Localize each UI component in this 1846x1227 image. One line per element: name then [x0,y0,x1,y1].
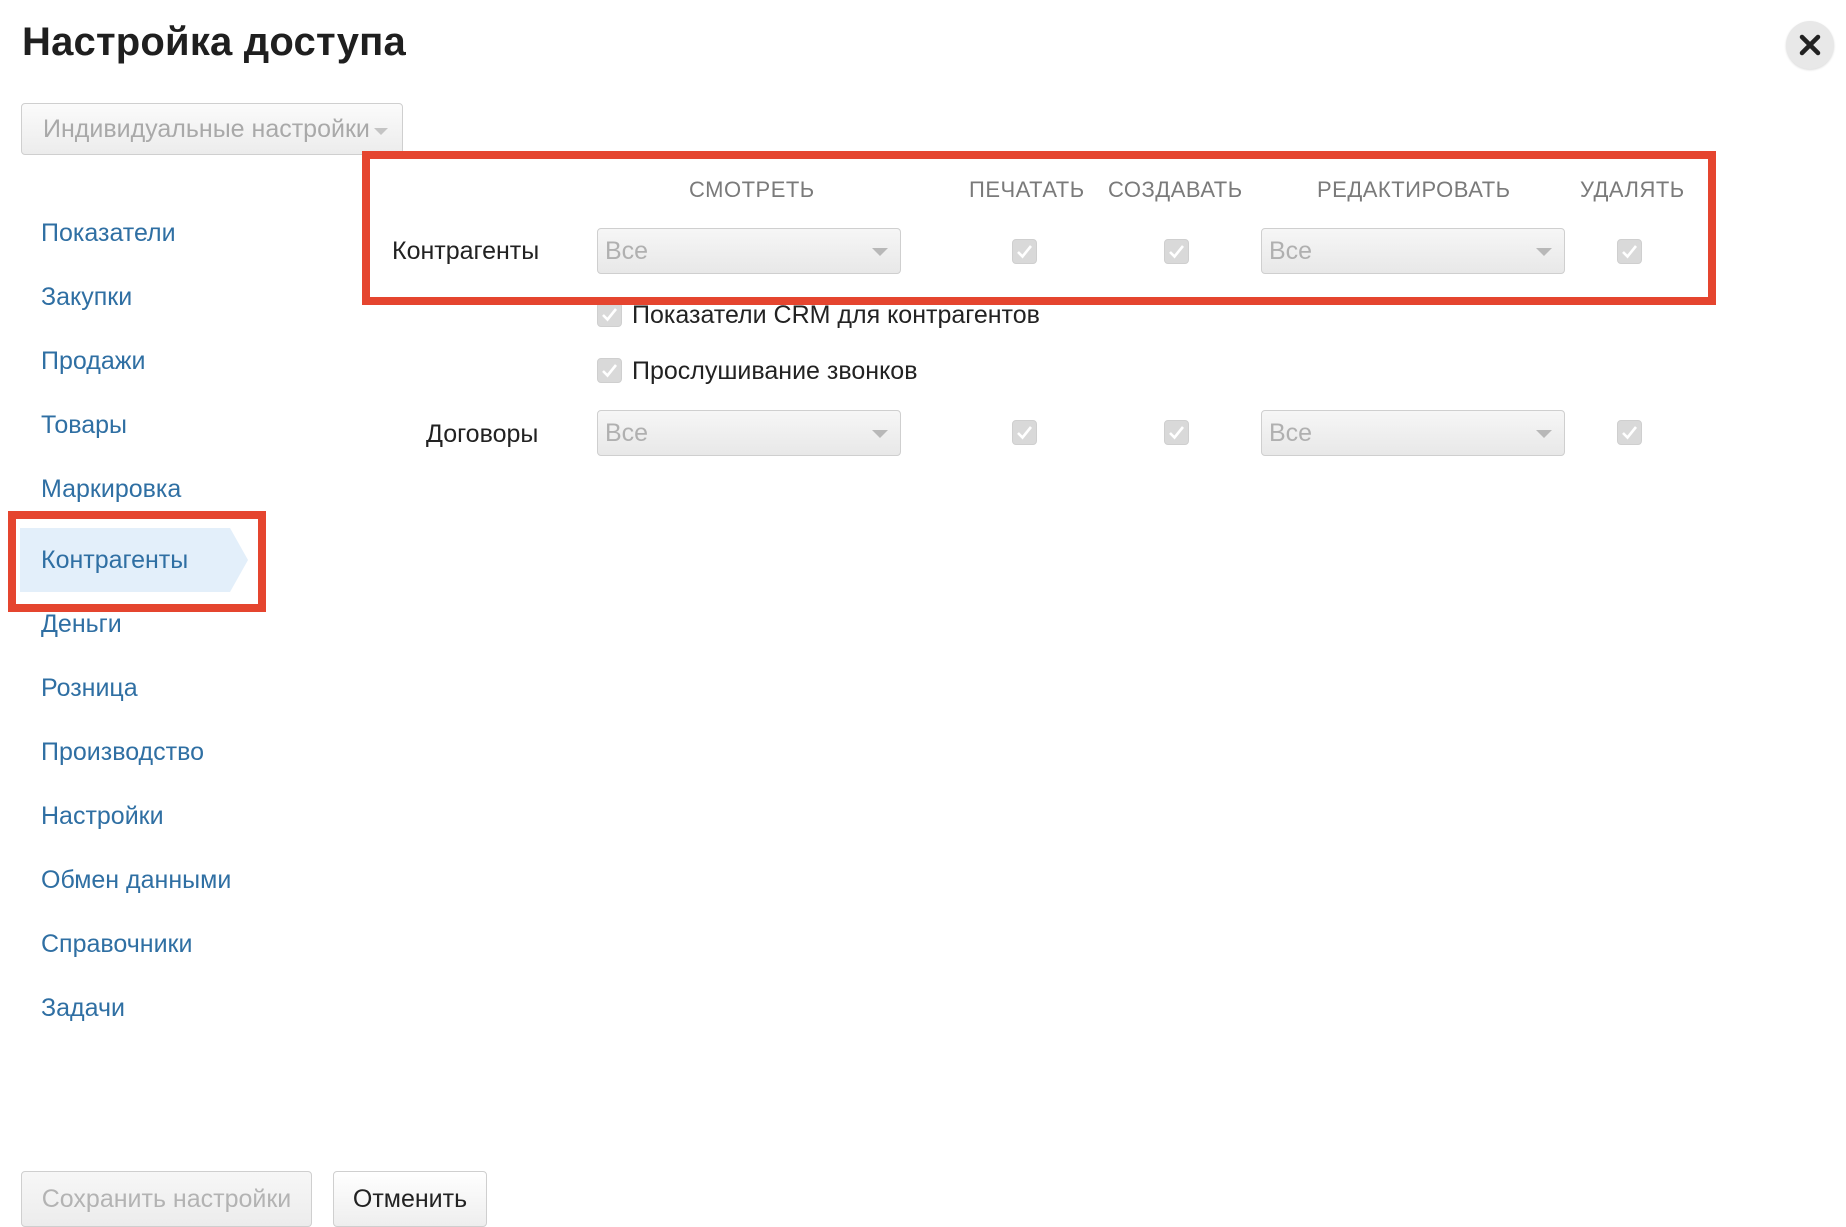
chevron-down-icon [872,248,888,256]
edit-scope-value: Все [1269,419,1313,447]
checkmark-icon [1622,245,1638,259]
create-checkbox-contracts[interactable] [1164,420,1189,445]
checkmark-icon [602,364,618,378]
chevron-down-icon [374,128,388,135]
save-settings-button[interactable]: Сохранить настройки [21,1171,312,1227]
checkmark-icon [1169,426,1185,440]
column-header-view: СМОТРЕТЬ [689,177,815,202]
view-scope-select-contracts[interactable]: Все [597,410,901,456]
row-label-counterparties: Контрагенты [392,237,540,265]
sidebar-item-money[interactable]: Деньги [41,610,122,639]
cancel-button[interactable]: Отменить [333,1171,487,1227]
close-button[interactable] [1786,21,1834,69]
sidebar-item-indicators[interactable]: Показатели [41,219,176,248]
sidebar-item-settings[interactable]: Настройки [41,802,164,831]
crm-indicators-checkbox[interactable] [597,302,622,327]
column-header-edit: РЕДАКТИРОВАТЬ [1317,177,1511,202]
sidebar-item-marking[interactable]: Маркировка [41,475,181,504]
view-scope-value: Все [605,419,649,447]
sidebar-item-counterparties[interactable]: Контрагенты [41,546,188,575]
sidebar-item-retail[interactable]: Розница [41,674,138,703]
sidebar-item-data-exchange[interactable]: Обмен данными [41,866,231,895]
dialog-title: Настройка доступа [22,20,406,64]
preset-select[interactable]: Индивидуальные настройки [21,103,403,155]
print-checkbox-counterparties[interactable] [1012,239,1037,264]
call-listening-label: Прослушивание звонков [632,357,918,385]
preset-select-value: Индивидуальные настройки [43,115,370,143]
sidebar-item-sales[interactable]: Продажи [41,347,145,376]
chevron-down-icon [1536,430,1552,438]
nav-active-arrow [230,528,248,592]
call-listening-checkbox[interactable] [597,358,622,383]
sidebar-item-production[interactable]: Производство [41,738,204,767]
delete-checkbox-contracts[interactable] [1617,420,1642,445]
view-scope-value: Все [605,237,649,265]
create-checkbox-counterparties[interactable] [1164,239,1189,264]
chevron-down-icon [1536,248,1552,256]
checkmark-icon [1017,426,1033,440]
edit-scope-select-contracts[interactable]: Все [1261,410,1565,456]
column-header-print: ПЕЧАТАТЬ [969,177,1085,202]
column-header-create: СОЗДАВАТЬ [1108,177,1243,202]
sidebar-item-purchases[interactable]: Закупки [41,283,132,312]
view-scope-select-counterparties[interactable]: Все [597,228,901,274]
crm-indicators-label: Показатели CRM для контрагентов [632,301,1040,329]
edit-scope-select-counterparties[interactable]: Все [1261,228,1565,274]
column-header-delete: УДАЛЯТЬ [1580,177,1685,202]
checkmark-icon [1169,245,1185,259]
row-label-contracts: Договоры [426,420,539,448]
checkmark-icon [1622,426,1638,440]
edit-scope-value: Все [1269,237,1313,265]
checkmark-icon [1017,245,1033,259]
sidebar-item-goods[interactable]: Товары [41,411,127,440]
sidebar-item-tasks[interactable]: Задачи [41,994,125,1023]
checkmark-icon [602,308,618,322]
delete-checkbox-counterparties[interactable] [1617,239,1642,264]
print-checkbox-contracts[interactable] [1012,420,1037,445]
close-icon [1799,34,1821,56]
sidebar-item-directories[interactable]: Справочники [41,930,192,959]
chevron-down-icon [872,430,888,438]
